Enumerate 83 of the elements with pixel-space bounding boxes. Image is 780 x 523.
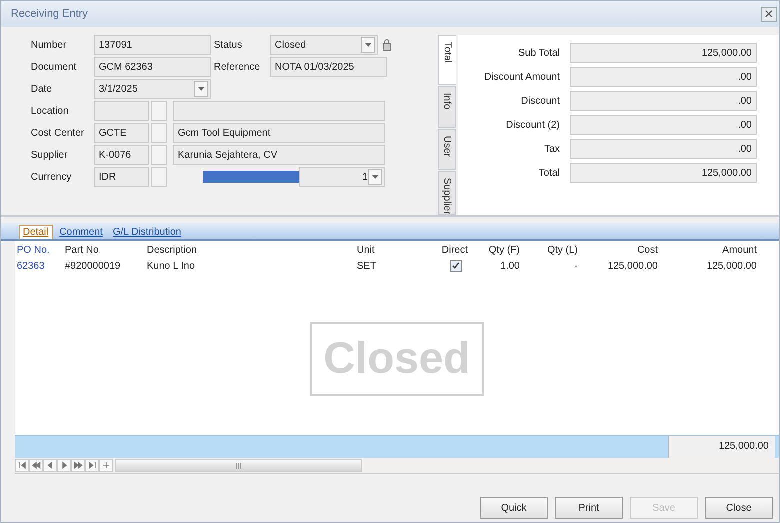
grip-icon[interactable]: [236, 462, 242, 468]
close-icon[interactable]: [765, 10, 773, 18]
prev-page-icon[interactable]: [32, 461, 40, 470]
table-cell-text: #920000019: [64, 260, 122, 272]
input-field[interactable]: NOTA 01/03/2025: [270, 57, 387, 77]
field-label: Location: [31, 106, 70, 116]
po-link[interactable]: 62363: [15, 260, 63, 272]
input-field[interactable]: GCM 62363: [94, 57, 211, 77]
add-icon[interactable]: [102, 461, 110, 470]
tab[interactable]: G/L Distribution: [110, 226, 184, 239]
nav-prev-button[interactable]: [43, 459, 57, 472]
tab[interactable]: Comment: [56, 226, 106, 239]
field-label: Date: [31, 84, 54, 94]
nav-add-button[interactable]: [99, 459, 113, 472]
total-label: Tax: [543, 144, 560, 154]
input-field[interactable]: GCTE: [94, 123, 149, 143]
total-field: .00: [570, 67, 757, 87]
column-header[interactable]: Unit: [355, 244, 425, 256]
field-label: Reference: [214, 62, 262, 72]
scrollbar[interactable]: [115, 459, 362, 472]
total-label: Discount Amount: [483, 72, 560, 82]
next-icon[interactable]: [60, 461, 68, 470]
close-button[interactable]: [761, 6, 777, 22]
side-tab[interactable]: Total: [438, 35, 456, 86]
first-icon[interactable]: [18, 461, 26, 470]
table-cell-text: 125,000.00: [606, 260, 659, 272]
total-label: Total: [538, 168, 560, 178]
field-label: Supplier: [31, 150, 69, 160]
total-label: Discount (2): [505, 120, 560, 130]
action-button[interactable]: Close: [705, 497, 773, 519]
window-title: Receiving Entry: [11, 8, 88, 20]
total-field: .00: [570, 139, 757, 159]
last-icon[interactable]: [88, 461, 96, 470]
spinner-icon[interactable]: [368, 169, 382, 185]
table-cell-text: SET: [356, 260, 378, 272]
total-field: 125,000.00: [570, 43, 757, 63]
column-header[interactable]: Direct: [425, 244, 470, 256]
total-field: 125,000.00: [570, 163, 757, 183]
table-cell-text: 125,000.00: [706, 260, 758, 272]
column-header[interactable]: Cost: [580, 244, 660, 256]
field-label: Document: [31, 62, 78, 72]
column-header[interactable]: PO No.: [15, 244, 63, 256]
field-label: Currency: [31, 172, 73, 182]
nav-first-button[interactable]: [15, 459, 29, 472]
table-cell-text: 1.00: [500, 260, 521, 272]
column-header[interactable]: Qty (L): [522, 244, 580, 256]
table-cell-text: -: [574, 260, 579, 272]
field-label: Number: [31, 40, 68, 50]
side-tab[interactable]: User: [438, 128, 456, 170]
total-field: .00: [570, 115, 757, 135]
total-field: .00: [570, 91, 757, 111]
column-header[interactable]: Qty (F): [470, 244, 522, 256]
input-field[interactable]: [173, 101, 385, 121]
total-label: Discount: [520, 96, 560, 106]
checkbox[interactable]: [450, 260, 462, 272]
prev-icon[interactable]: [46, 461, 54, 470]
tab[interactable]: Detail: [19, 225, 53, 239]
input-field[interactable]: 3/1/2025: [94, 79, 211, 99]
input-field[interactable]: Closed: [270, 35, 378, 55]
nav-next-page-button[interactable]: [71, 459, 85, 472]
column-header[interactable]: Part No: [63, 244, 145, 256]
side-tab[interactable]: Supplier: [438, 171, 456, 215]
footer-total: 125,000.00: [668, 436, 775, 458]
field-label: Cost Center: [31, 128, 86, 138]
input-field[interactable]: Gcm Tool Equipment: [173, 123, 385, 143]
input-field[interactable]: K-0076: [94, 145, 149, 165]
action-button[interactable]: Print: [555, 497, 623, 519]
field-label: Status: [214, 40, 244, 50]
input-field[interactable]: IDR: [94, 167, 149, 187]
total-label: Sub Total: [517, 48, 560, 58]
table-cell-text: Kuno L Ino: [146, 260, 196, 272]
side-tab[interactable]: Info: [438, 86, 456, 128]
column-header[interactable]: Description: [145, 244, 355, 256]
action-button[interactable]: Quick: [480, 497, 548, 519]
column-header[interactable]: Amount: [660, 244, 759, 256]
nav-last-button[interactable]: [85, 459, 99, 472]
next-page-icon[interactable]: [74, 461, 82, 470]
exchange-rate-field[interactable]: 1: [298, 167, 385, 187]
nav-prev-page-button[interactable]: [29, 459, 43, 472]
input-field[interactable]: Karunia Sejahtera, CV: [173, 145, 385, 165]
input-field[interactable]: 137091: [94, 35, 211, 55]
nav-next-button[interactable]: [57, 459, 71, 472]
input-field[interactable]: [94, 101, 149, 121]
